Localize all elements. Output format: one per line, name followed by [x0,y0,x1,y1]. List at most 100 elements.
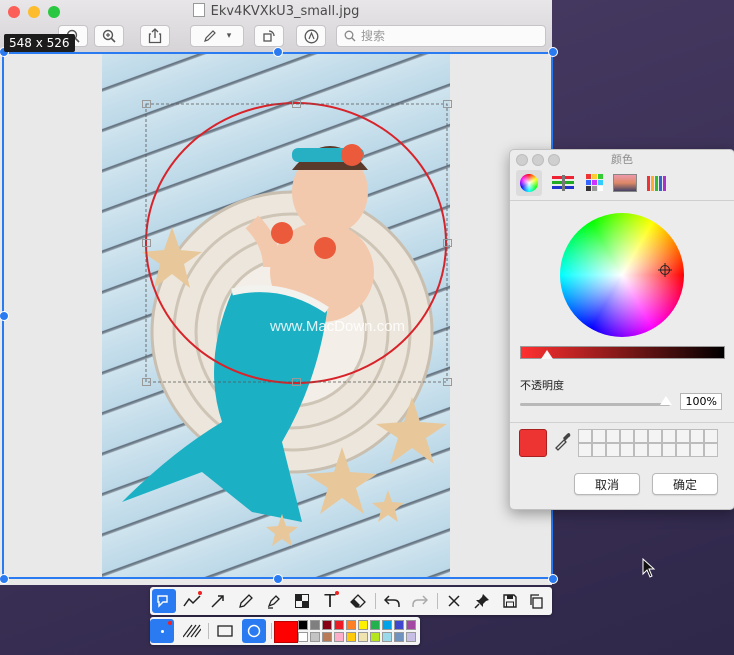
window-title-text: Ekv4KVXkU3_small.jpg [210,4,360,19]
copy-button[interactable] [524,589,548,613]
rotate-icon [263,30,275,42]
resize-handle[interactable] [273,574,283,584]
saved-color-cell[interactable] [606,443,620,457]
palette-color[interactable] [382,632,392,642]
saved-color-cell[interactable] [676,429,690,443]
selected-color-swatch[interactable] [274,621,298,643]
annotation-toolbar: T [150,587,552,615]
chevron-down-icon: ▾ [226,31,232,41]
style-toolbar [150,617,420,645]
rotate-button[interactable] [254,25,284,47]
current-color-swatch[interactable] [519,429,547,457]
stroke-size-button[interactable] [150,619,174,643]
palette-color[interactable] [394,620,404,630]
annotate-button[interactable] [296,25,326,47]
select-tool-button[interactable] [152,589,176,613]
title-bar: Ekv4KVXkU3_small.jpg ▾ 搜索 [0,0,552,53]
palette-color[interactable] [334,632,344,642]
eyedropper-icon[interactable] [553,431,571,451]
opacity-label: 不透明度 [520,379,564,392]
eraser-tool-button[interactable] [346,589,370,613]
search-field[interactable]: 搜索 [336,25,546,47]
screenshot-selection[interactable] [2,52,553,579]
divider [271,623,272,639]
resize-handle[interactable] [548,574,558,584]
saved-color-cell[interactable] [704,443,718,457]
polyline-tool-button[interactable] [180,589,204,613]
pen-icon [203,30,216,42]
color-sliders-tab[interactable] [550,170,576,196]
palette-color[interactable] [370,620,380,630]
pencil-icon [239,594,253,608]
highlighter-icon [267,595,280,609]
palette-color[interactable] [394,632,404,642]
palette-color[interactable] [406,620,416,630]
palette-color[interactable] [358,620,368,630]
zoom-in-button[interactable] [94,25,124,47]
ellipse-shape-button[interactable] [242,619,266,643]
brightness-slider-thumb[interactable] [541,350,553,359]
opacity-slider[interactable] [520,403,670,406]
palette-color[interactable] [406,632,416,642]
palette-color[interactable] [310,620,320,630]
markup-button[interactable]: ▾ [190,25,244,47]
pencils-tab[interactable] [644,170,670,196]
divider [437,593,438,609]
line-chart-icon [183,595,201,607]
saved-color-cell[interactable] [662,443,676,457]
saved-color-cell[interactable] [634,429,648,443]
arrow-tool-button[interactable] [206,589,230,613]
opacity-field[interactable]: 100% [680,393,722,410]
opacity-slider-thumb[interactable] [660,396,672,405]
undo-button[interactable] [380,589,404,613]
palette-color[interactable] [298,620,308,630]
saved-color-cell[interactable] [578,429,592,443]
saved-color-cell[interactable] [634,443,648,457]
eraser-icon [350,594,366,608]
saved-color-cell[interactable] [620,443,634,457]
saved-color-cell[interactable] [690,443,704,457]
palette-color[interactable] [346,632,356,642]
saved-color-cell[interactable] [676,443,690,457]
mosaic-icon [295,594,309,608]
palette-color[interactable] [310,632,320,642]
saved-color-cell[interactable] [648,443,662,457]
saved-color-cell[interactable] [620,429,634,443]
palette-color[interactable] [346,620,356,630]
share-button[interactable] [140,25,170,47]
cancel-capture-button[interactable] [442,589,466,613]
resize-handle[interactable] [273,47,283,57]
palette-color[interactable] [322,620,332,630]
cancel-button[interactable]: 取消 [574,473,640,495]
mosaic-tool-button[interactable] [290,589,314,613]
resize-handle[interactable] [548,47,558,57]
saved-color-cell[interactable] [592,443,606,457]
saved-color-cell[interactable] [704,429,718,443]
palette-color[interactable] [382,620,392,630]
rectangle-shape-button[interactable] [213,619,237,643]
palette-color[interactable] [334,620,344,630]
search-icon [344,30,356,42]
marker-tool-button[interactable] [262,589,286,613]
palette-color[interactable] [322,632,332,642]
save-button[interactable] [498,589,522,613]
selection-size-label: 548 x 526 [4,34,75,52]
saved-color-cell[interactable] [606,429,620,443]
saved-color-cell[interactable] [662,429,676,443]
palette-color[interactable] [370,632,380,642]
color-palettes-tab[interactable] [582,170,608,196]
saved-color-cell[interactable] [578,443,592,457]
fill-style-button[interactable] [180,619,204,643]
saved-color-cell[interactable] [648,429,662,443]
saved-color-cell[interactable] [690,429,704,443]
ok-button[interactable]: 确定 [652,473,718,495]
pin-button[interactable] [470,589,494,613]
palette-color[interactable] [298,632,308,642]
pencil-tool-button[interactable] [234,589,258,613]
saved-color-cell[interactable] [592,429,606,443]
color-wheel-tab[interactable] [516,170,542,196]
image-palettes-tab[interactable] [612,170,638,196]
palette-color[interactable] [358,632,368,642]
redo-button[interactable] [408,589,432,613]
text-tool-button[interactable]: T [318,589,342,613]
